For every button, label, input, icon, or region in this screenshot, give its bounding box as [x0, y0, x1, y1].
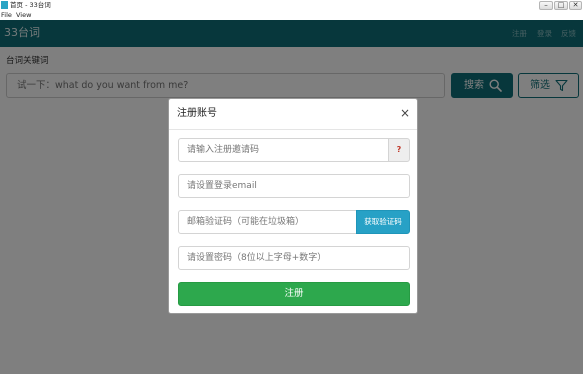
get-code-button[interactable]: 获取验证码 — [356, 210, 410, 234]
menu-file[interactable]: File — [1, 11, 12, 20]
invite-help-button[interactable]: ? — [388, 138, 410, 162]
invite-code-input[interactable] — [178, 138, 389, 162]
window-titlebar: 首页 - 33台词 – □ ✕ — [0, 0, 583, 11]
close-icon[interactable]: × — [399, 106, 411, 120]
close-window-button[interactable]: ✕ — [569, 1, 582, 10]
verification-code-input[interactable] — [178, 210, 357, 234]
minimize-button[interactable]: – — [539, 1, 553, 10]
modal-header: 注册账号 × — [169, 99, 417, 130]
menubar: File View — [0, 11, 583, 20]
window-title: 首页 - 33台词 — [10, 1, 51, 9]
password-input[interactable] — [178, 246, 410, 270]
email-input[interactable] — [178, 174, 410, 198]
menu-view[interactable]: View — [16, 11, 31, 20]
maximize-button[interactable]: □ — [554, 1, 568, 10]
app-icon — [1, 1, 8, 9]
register-modal: 注册账号 × ? 获取验证码 注册 — [168, 98, 418, 314]
modal-title: 注册账号 — [177, 108, 217, 119]
register-button[interactable]: 注册 — [178, 282, 410, 306]
